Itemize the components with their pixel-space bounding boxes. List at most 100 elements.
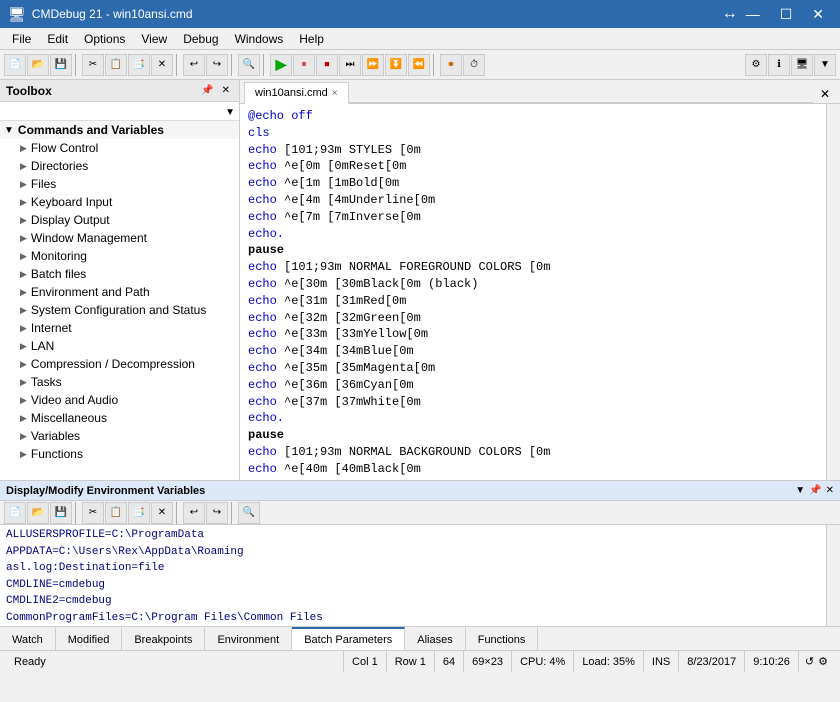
btab-watch[interactable]: Watch <box>0 627 56 650</box>
tree-item-label-13: Tasks <box>31 375 62 389</box>
menu-help[interactable]: Help <box>291 30 332 48</box>
toolbar-info[interactable]: ℹ <box>768 54 790 76</box>
bottom-tb-redo[interactable]: ↪ <box>206 502 228 524</box>
bottom-tb-copy[interactable]: 📋 <box>105 502 127 524</box>
tree-item-keyboard[interactable]: ▶ Keyboard Input <box>0 193 239 211</box>
tree-item-tasks[interactable]: ▶ Tasks <box>0 373 239 391</box>
code-line-7: echo. <box>248 226 818 243</box>
btab-functions[interactable]: Functions <box>466 627 539 650</box>
maximize-button[interactable]: ☐ <box>772 4 801 25</box>
tree-item-monitoring[interactable]: ▶ Monitoring <box>0 247 239 265</box>
toolbar-undo[interactable]: ↩ <box>183 54 205 76</box>
editor-new-tab[interactable]: ✕ <box>814 85 836 103</box>
toolbar-paste[interactable]: 📑 <box>128 54 150 76</box>
close-button[interactable]: ✕ <box>804 4 832 25</box>
tree-item-internet[interactable]: ▶ Internet <box>0 319 239 337</box>
bottom-panel-dropdown[interactable]: ▼ <box>795 485 805 496</box>
toolbar-record[interactable]: ⏺ <box>440 54 462 76</box>
tree-item-flowcontrol[interactable]: ▶ Flow Control <box>0 139 239 157</box>
bottom-panel-close[interactable]: ✕ <box>826 485 834 496</box>
tree-item-environment[interactable]: ▶ Environment and Path <box>0 283 239 301</box>
tree-item-chevron-13: ▶ <box>20 377 27 388</box>
menu-options[interactable]: Options <box>76 30 133 48</box>
toolbar-open[interactable]: 📂 <box>27 54 49 76</box>
toolbar-step4[interactable]: ⏪ <box>408 54 430 76</box>
tree-item-video[interactable]: ▶ Video and Audio <box>0 391 239 409</box>
tree-item-functions[interactable]: ▶ Functions <box>0 445 239 463</box>
status-load-text: Load: 35% <box>582 656 635 668</box>
menu-file[interactable]: File <box>4 30 39 48</box>
toolbar-copy[interactable]: 📋 <box>105 54 127 76</box>
tree-item-files[interactable]: ▶ Files <box>0 175 239 193</box>
tree-item-lan[interactable]: ▶ LAN <box>0 337 239 355</box>
btab-batch-parameters[interactable]: Batch Parameters <box>292 627 405 650</box>
bottom-scrollbar[interactable] <box>826 525 840 626</box>
bottom-tb-paste[interactable]: 📑 <box>128 502 150 524</box>
toolbox-close-button[interactable]: ✕ <box>219 85 233 96</box>
btab-modified-label: Modified <box>68 634 110 646</box>
bottom-tb-delete[interactable]: ✕ <box>151 502 173 524</box>
editor-scrollbar[interactable] <box>826 104 840 480</box>
toolbar-step[interactable]: ⏭ <box>339 54 361 76</box>
bottom-tb-save[interactable]: 💾 <box>50 502 72 524</box>
bottom-tb-undo[interactable]: ↩ <box>183 502 205 524</box>
tree-item-variables[interactable]: ▶ Variables <box>0 427 239 445</box>
status-icons: ↺ ⚙ <box>799 655 834 668</box>
toolbar-save[interactable]: 💾 <box>50 54 72 76</box>
code-line-20: echo [101;93m NORMAL BACKGROUND COLORS [… <box>248 444 818 461</box>
tree-item-misc[interactable]: ▶ Miscellaneous <box>0 409 239 427</box>
toolbar-run[interactable]: ▶ <box>270 54 292 76</box>
toolbar-new[interactable]: 📄 <box>4 54 26 76</box>
tree-item-batch[interactable]: ▶ Batch files <box>0 265 239 283</box>
menu-view[interactable]: View <box>133 30 175 48</box>
toolbar-stop[interactable]: ⏹ <box>316 54 338 76</box>
toolbar-clock[interactable]: ⏱ <box>463 54 485 76</box>
toolbox-dropdown-button[interactable]: ▼ <box>225 107 235 118</box>
tree-item-directories[interactable]: ▶ Directories <box>0 157 239 175</box>
editor-tab-win10ansi[interactable]: win10ansi.cmd × <box>244 82 349 104</box>
status-load: Load: 35% <box>574 651 644 672</box>
menu-debug[interactable]: Debug <box>175 30 226 48</box>
menu-windows[interactable]: Windows <box>227 30 292 48</box>
toolbar-pause[interactable]: ⏸ <box>293 54 315 76</box>
toolbox-body: ▼ Commands and Variables ▶ Flow Control … <box>0 121 239 480</box>
toolbar-menu[interactable]: ▼ <box>814 54 836 76</box>
status-settings-icon[interactable]: ⚙ <box>818 655 828 668</box>
btab-modified[interactable]: Modified <box>56 627 123 650</box>
status-refresh-icon[interactable]: ↺ <box>805 655 814 668</box>
code-editor[interactable]: @echo off cls echo [101;93m STYLES [0m e… <box>240 104 826 480</box>
toolbar-find[interactable]: 🔍 <box>238 54 260 76</box>
bottom-tb-find[interactable]: 🔍 <box>238 502 260 524</box>
toolbar-delete[interactable]: ✕ <box>151 54 173 76</box>
toolbar-redo[interactable]: ↪ <box>206 54 228 76</box>
bottom-panel-pin[interactable]: 📌 <box>809 485 821 496</box>
toolbar-cut[interactable]: ✂ <box>82 54 104 76</box>
minimize-button[interactable]: — <box>738 4 768 25</box>
btab-breakpoints[interactable]: Breakpoints <box>122 627 205 650</box>
tree-item-compression[interactable]: ▶ Compression / Decompression <box>0 355 239 373</box>
toolbar-settings[interactable]: ⚙ <box>745 54 767 76</box>
status-ins: INS <box>644 651 679 672</box>
toolbar-step2[interactable]: ⏩ <box>362 54 384 76</box>
tree-item-system[interactable]: ▶ System Configuration and Status <box>0 301 239 319</box>
bottom-tb-new[interactable]: 📄 <box>4 502 26 524</box>
bottom-tabs: Watch Modified Breakpoints Environment B… <box>0 626 840 650</box>
toolbox-title: Toolbox <box>6 84 52 98</box>
bottom-panel-controls: ▼ 📌 ✕ <box>795 485 834 496</box>
toolbox-pin-button[interactable]: 📌 <box>198 85 216 96</box>
status-row-text: Row 1 <box>395 656 426 668</box>
tree-item-label-2: Files <box>31 177 56 191</box>
editor-tab-close[interactable]: × <box>332 88 338 99</box>
tree-root-commands[interactable]: ▼ Commands and Variables <box>0 121 239 139</box>
tree-item-window[interactable]: ▶ Window Management <box>0 229 239 247</box>
menu-edit[interactable]: Edit <box>39 30 76 48</box>
btab-aliases[interactable]: Aliases <box>405 627 465 650</box>
btab-environment[interactable]: Environment <box>205 627 292 650</box>
toolbar-extra[interactable]: 🖥 <box>791 54 813 76</box>
tree-item-display[interactable]: ▶ Display Output <box>0 211 239 229</box>
bottom-tb-open[interactable]: 📂 <box>27 502 49 524</box>
bottom-tb-cut[interactable]: ✂ <box>82 502 104 524</box>
code-line-15: echo ^e[35m [35mMagenta[0m <box>248 360 818 377</box>
code-line-14: echo ^e[34m [34mBlue[0m <box>248 343 818 360</box>
toolbar-step3[interactable]: ⏬ <box>385 54 407 76</box>
